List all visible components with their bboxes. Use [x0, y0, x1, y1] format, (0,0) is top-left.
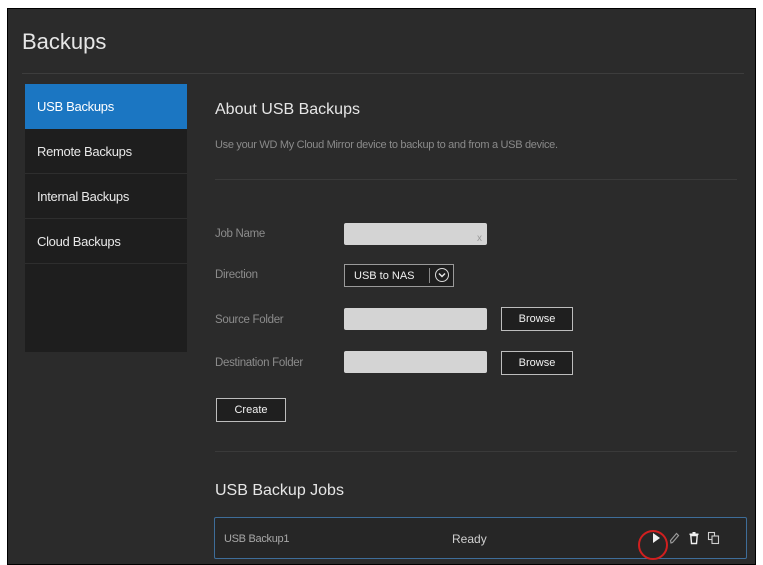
source-browse-button[interactable]: Browse	[501, 307, 573, 331]
sidebar-item-label: Internal Backups	[37, 189, 130, 204]
title-divider	[22, 73, 744, 74]
source-folder-input[interactable]	[344, 308, 487, 330]
clear-icon[interactable]: x	[477, 233, 482, 244]
sidebar: USB Backups Remote Backups Internal Back…	[25, 84, 187, 352]
direction-value: USB to NAS	[354, 270, 415, 282]
copy-icon[interactable]	[707, 531, 720, 550]
table-row[interactable]: USB Backup1 Ready	[214, 517, 747, 559]
destination-folder-input[interactable]	[344, 351, 487, 373]
select-divider	[429, 268, 430, 283]
direction-label: Direction	[215, 269, 258, 281]
sidebar-item-label: Remote Backups	[37, 144, 132, 159]
job-name-label: Job Name	[215, 228, 266, 240]
section-divider	[215, 179, 737, 180]
job-name: USB Backup1	[224, 533, 290, 545]
direction-select[interactable]: USB to NAS	[344, 264, 454, 287]
jobs-title: USB Backup Jobs	[215, 482, 344, 499]
sidebar-item-internal-backups[interactable]: Internal Backups	[25, 174, 187, 219]
destination-folder-label: Destination Folder	[215, 357, 303, 369]
section-divider	[215, 451, 737, 452]
create-button[interactable]: Create	[216, 398, 286, 422]
backups-panel: Backups USB Backups Remote Backups Inter…	[7, 8, 756, 565]
source-folder-label: Source Folder	[215, 314, 284, 326]
destination-browse-button[interactable]: Browse	[501, 351, 573, 375]
page-title: Backups	[22, 29, 107, 54]
about-title: About USB Backups	[215, 101, 360, 118]
sidebar-item-remote-backups[interactable]: Remote Backups	[25, 129, 187, 174]
sidebar-item-usb-backups[interactable]: USB Backups	[25, 84, 187, 129]
trash-icon[interactable]	[688, 531, 700, 550]
highlight-annotation	[638, 530, 668, 560]
about-description: Use your WD My Cloud Mirror device to ba…	[215, 139, 558, 151]
sidebar-item-label: Cloud Backups	[37, 234, 121, 249]
sidebar-item-label: USB Backups	[37, 99, 114, 114]
sidebar-item-cloud-backups[interactable]: Cloud Backups	[25, 219, 187, 264]
job-status: Ready	[452, 532, 487, 546]
job-name-input[interactable]	[344, 223, 487, 245]
chevron-down-icon[interactable]	[435, 268, 449, 282]
edit-icon[interactable]	[668, 531, 680, 550]
